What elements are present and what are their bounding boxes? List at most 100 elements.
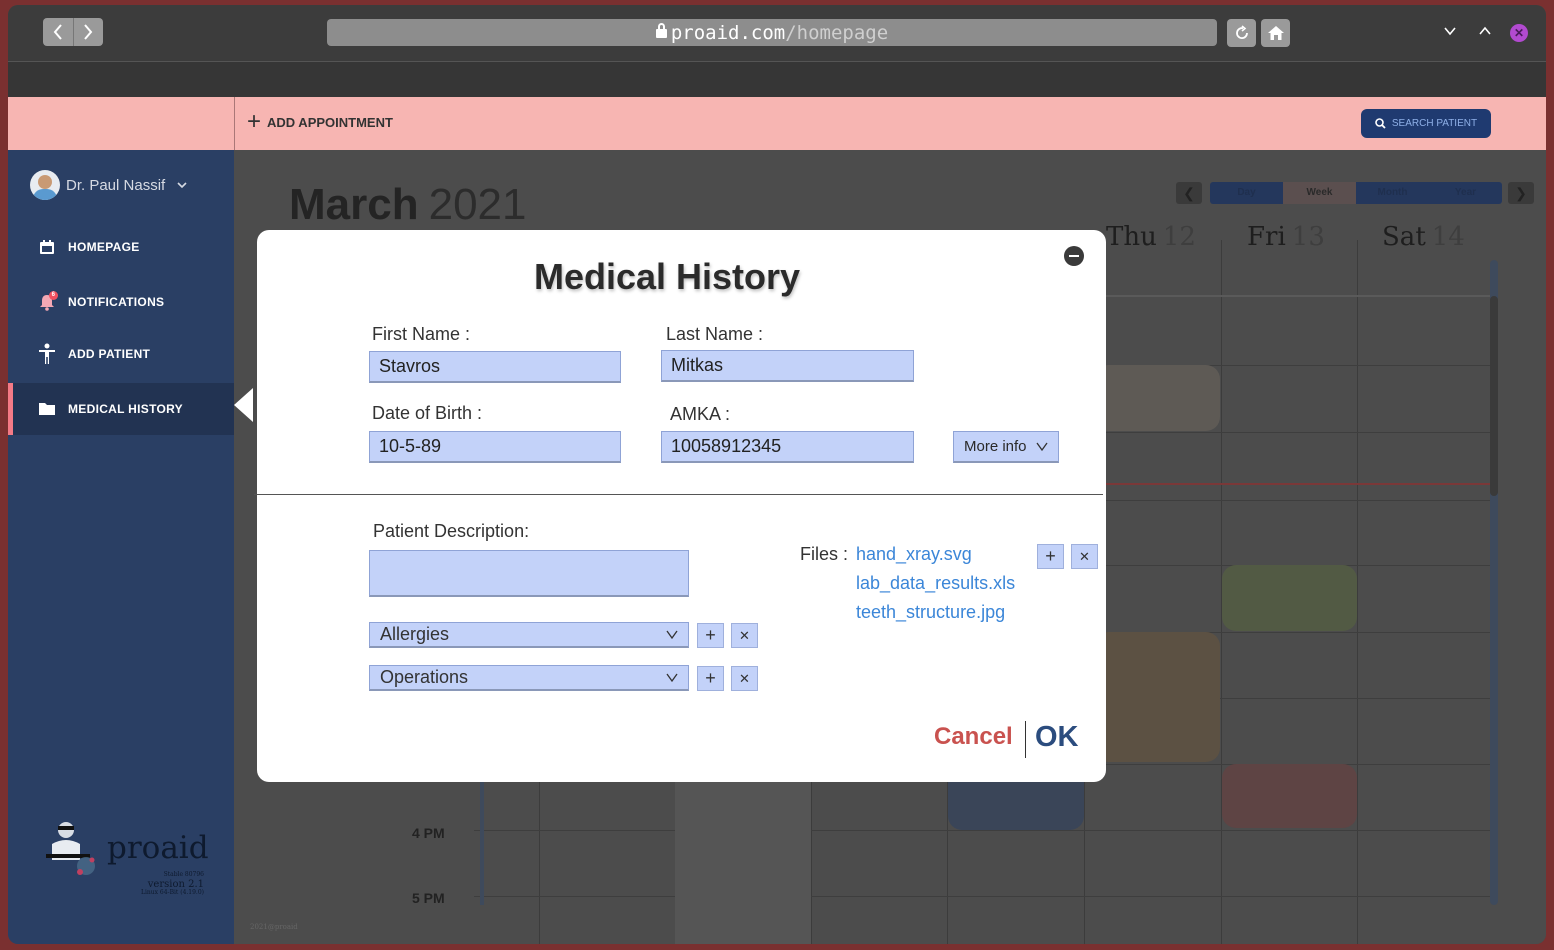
- person-icon: [38, 343, 56, 364]
- tab-day[interactable]: Day: [1210, 182, 1283, 204]
- plus-icon: +: [705, 668, 716, 688]
- logo-platform: Linux 64-Bit (4.19.0): [141, 888, 204, 896]
- url-host: proaid.com: [670, 21, 786, 44]
- day-name: Fri: [1247, 222, 1286, 252]
- browser-bookmark-bar: [8, 61, 1546, 97]
- files-label: Files :: [800, 544, 849, 564]
- scrollbar-thumb[interactable]: [1490, 296, 1498, 496]
- file-link[interactable]: hand_xray.svg: [856, 544, 972, 565]
- appointment-block[interactable]: [1222, 565, 1357, 631]
- close-icon: ✕: [739, 627, 750, 643]
- sidebar-item-homepage[interactable]: HOMEPAGE: [8, 221, 234, 273]
- sidebar-item-label: MEDICAL HISTORY: [68, 402, 183, 416]
- minimize-button[interactable]: [1444, 23, 1456, 41]
- plus-icon: +: [247, 108, 262, 135]
- file-link[interactable]: lab_data_results.xls: [856, 573, 1015, 594]
- address-bar[interactable]: proaid.com/homepage: [327, 19, 1217, 46]
- chevron-down-icon: [1444, 27, 1456, 36]
- next-week-button[interactable]: ❯: [1508, 182, 1534, 204]
- month-label: March: [289, 180, 419, 229]
- remove-file-button[interactable]: ✕: [1071, 544, 1098, 569]
- close-icon: ✕: [1079, 548, 1090, 564]
- tab-week[interactable]: Week: [1283, 182, 1356, 204]
- home-button[interactable]: [1261, 19, 1290, 47]
- tab-year[interactable]: Year: [1429, 182, 1502, 204]
- day-header-thu: Thu 12: [1106, 222, 1196, 252]
- ok-button[interactable]: OK: [1035, 721, 1079, 754]
- chevron-down-icon: [666, 673, 678, 682]
- minimize-dialog-button[interactable]: [1064, 246, 1084, 266]
- chevron-down-icon: [177, 182, 187, 189]
- grid-line: [474, 896, 1490, 897]
- remove-operation-button[interactable]: ✕: [731, 666, 758, 691]
- lock-icon: [655, 23, 667, 38]
- add-file-button[interactable]: +: [1037, 544, 1064, 569]
- sidebar: Dr. Paul Nassif HOMEPAGE 6 NOTIFICATIONS…: [8, 150, 234, 944]
- add-appointment-label: ADD APPOINTMENT: [267, 114, 393, 130]
- search-patient-button[interactable]: SEARCH PATIENT: [1361, 109, 1491, 138]
- prev-week-button[interactable]: ❮: [1176, 182, 1202, 204]
- sidebar-item-notifications[interactable]: 6 NOTIFICATIONS: [8, 276, 234, 328]
- sidebar-item-add-patient[interactable]: ADD PATIENT: [8, 328, 234, 380]
- patient-description-field[interactable]: [369, 550, 689, 597]
- button-divider: [1025, 721, 1026, 758]
- last-name-field[interactable]: Mitkas: [661, 350, 914, 382]
- amka-field[interactable]: 10058912345: [661, 431, 914, 463]
- sidebar-item-medical-history[interactable]: MEDICAL HISTORY: [8, 383, 234, 435]
- appointment-block[interactable]: [1094, 365, 1220, 431]
- close-window-button[interactable]: ✕: [1510, 24, 1528, 42]
- logo-stable: Stable 80796: [163, 871, 204, 878]
- doctor-profile[interactable]: Dr. Paul Nassif: [30, 170, 187, 200]
- logo-version-number: version 2.1: [147, 878, 204, 890]
- copyright: 2021@proaid: [250, 923, 298, 931]
- remove-allergy-button[interactable]: ✕: [731, 623, 758, 648]
- first-name-field[interactable]: Stavros: [369, 351, 621, 383]
- tab-month[interactable]: Month: [1356, 182, 1429, 204]
- home-icon: [1267, 26, 1284, 40]
- operations-select[interactable]: Operations: [369, 665, 689, 691]
- notification-badge: 6: [49, 291, 58, 300]
- allergies-label: Allergies: [380, 624, 450, 644]
- grid-line: [474, 830, 1490, 831]
- avatar: [30, 170, 60, 200]
- scrollbar[interactable]: [1490, 260, 1498, 905]
- back-button[interactable]: [43, 18, 73, 46]
- search-patient-label: SEARCH PATIENT: [1391, 118, 1478, 129]
- appointment-block[interactable]: [675, 764, 811, 944]
- cancel-button[interactable]: Cancel: [934, 723, 1013, 751]
- appointment-block[interactable]: [1094, 632, 1220, 762]
- sidebar-item-label: HOMEPAGE: [68, 240, 140, 254]
- add-appointment-button[interactable]: + ADD APPOINTMENT: [247, 108, 393, 135]
- file-link[interactable]: teeth_structure.jpg: [856, 602, 1005, 623]
- chevron-left-icon: [53, 24, 62, 40]
- appointment-block[interactable]: [1222, 764, 1357, 828]
- grid-line: [1357, 240, 1358, 944]
- dob-field[interactable]: 10-5-89: [369, 431, 621, 463]
- day-number: 14: [1431, 222, 1465, 252]
- day-number: 13: [1291, 222, 1325, 252]
- more-info-dropdown[interactable]: More info: [953, 431, 1059, 463]
- day-header-fri: Fri 13: [1247, 222, 1325, 252]
- chevron-right-icon: [84, 24, 93, 40]
- forward-button[interactable]: [72, 18, 104, 46]
- add-allergy-button[interactable]: +: [697, 623, 724, 648]
- allergies-select[interactable]: Allergies: [369, 622, 689, 648]
- maximize-button[interactable]: [1479, 23, 1491, 41]
- plus-icon: +: [705, 625, 716, 645]
- more-info-label: More info: [964, 438, 1027, 455]
- plus-icon: +: [1045, 546, 1056, 566]
- first-name-label: First Name :: [372, 324, 471, 344]
- doctor-mascot-icon: [46, 822, 95, 875]
- bell-icon: 6: [38, 291, 58, 311]
- year-label: 2021: [428, 180, 527, 229]
- close-icon: ✕: [1513, 26, 1525, 40]
- add-operation-button[interactable]: +: [697, 666, 724, 691]
- nav-buttons: [43, 18, 103, 46]
- reload-button[interactable]: [1227, 19, 1256, 47]
- dialog-title: Medical History: [533, 256, 801, 297]
- sidebar-item-label: ADD PATIENT: [68, 347, 151, 361]
- last-name-label: Last Name :: [666, 324, 764, 344]
- chevron-up-icon: [1479, 26, 1491, 35]
- dialog-divider: [254, 494, 1103, 495]
- day-number: 12: [1162, 222, 1196, 252]
